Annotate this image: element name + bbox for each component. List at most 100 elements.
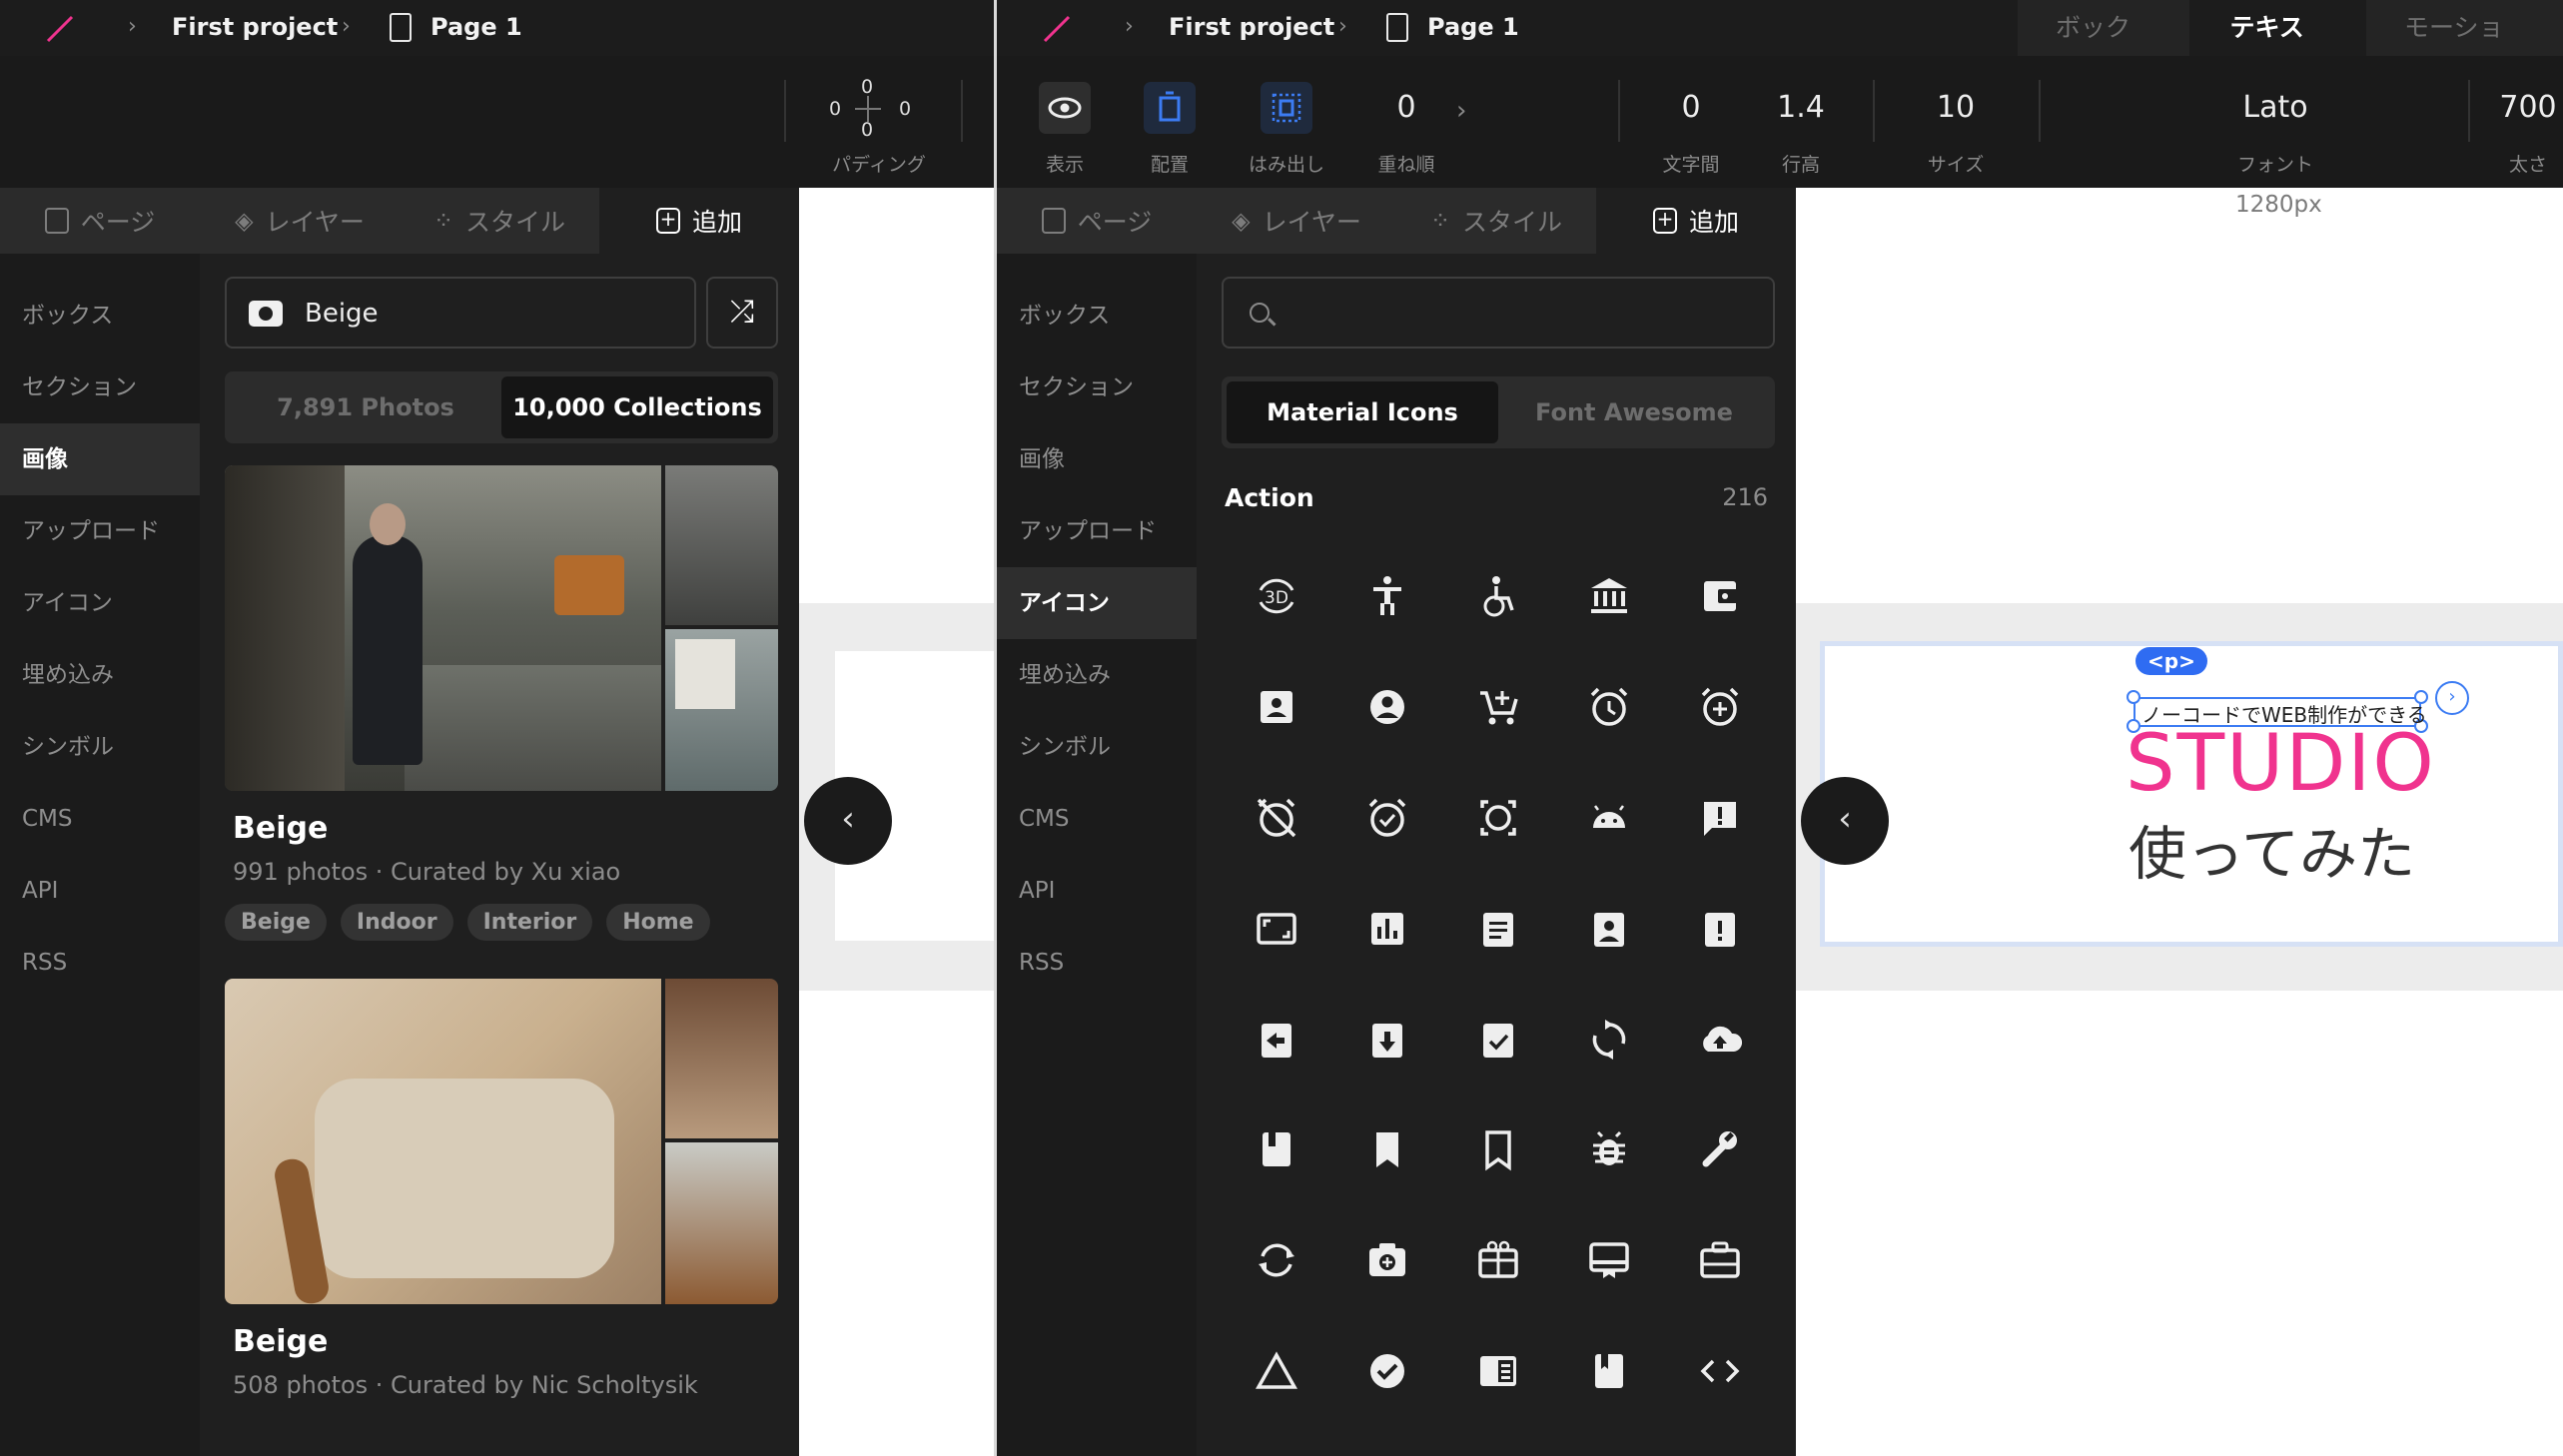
mode-tab-text[interactable]: テキスト (2189, 0, 2364, 98)
tab-add[interactable]: + 追加 (1596, 188, 1796, 254)
tab-layers[interactable]: ◈ レイヤー (200, 188, 400, 254)
letter-spacing-control[interactable]: 0 文字間 (1636, 56, 1746, 188)
photos-toggle[interactable]: 7,891 Photos (230, 376, 501, 438)
bug-report-icon[interactable] (1553, 1094, 1664, 1205)
book-icon[interactable] (1222, 1094, 1332, 1205)
category-section[interactable]: セクション (997, 352, 1197, 423)
category-box[interactable]: ボックス (0, 280, 200, 352)
all-out-icon[interactable] (1443, 763, 1554, 874)
line-height-control[interactable]: 1.4 行高 (1746, 56, 1856, 188)
card-giftcard-icon[interactable] (1443, 1205, 1554, 1316)
account-balance-wallet-icon[interactable] (1664, 541, 1775, 652)
assignment-ind-icon[interactable] (1553, 873, 1664, 984)
backup-icon[interactable] (1664, 984, 1775, 1094)
studio-logo-icon[interactable] (45, 14, 75, 44)
hero-title[interactable]: STUDIO (2126, 719, 2436, 809)
category-box[interactable]: ボックス (997, 280, 1197, 352)
class-icon[interactable] (1553, 1316, 1664, 1427)
account-balance-icon[interactable] (1553, 541, 1664, 652)
assignment-turned-in-icon[interactable] (1443, 984, 1554, 1094)
assignment-late-icon[interactable] (1664, 873, 1775, 984)
category-rss[interactable]: RSS (0, 927, 200, 999)
breadcrumb-project[interactable]: First project (1169, 13, 1334, 41)
font-size-value[interactable]: 10 (1901, 90, 2011, 125)
add-shopping-cart-icon[interactable] (1443, 652, 1554, 763)
category-api[interactable]: API (997, 855, 1197, 927)
alarm-add-icon[interactable] (1664, 652, 1775, 763)
tag[interactable]: Indoor (340, 904, 453, 941)
cached-icon[interactable] (1222, 1205, 1332, 1316)
assignment-returned-icon[interactable] (1332, 984, 1443, 1094)
padding-left-value[interactable]: 0 (829, 98, 841, 120)
alarm-off-icon[interactable] (1222, 763, 1332, 874)
padding-right-value[interactable]: 0 (899, 98, 911, 120)
camera-enhance-icon[interactable] (1332, 1205, 1443, 1316)
collection-card[interactable]: Beige 508 photos · Curated by Nic Scholt… (225, 979, 778, 1399)
breadcrumb-project[interactable]: First project (172, 13, 338, 41)
code-icon[interactable] (1664, 1316, 1775, 1427)
padding-control[interactable]: 0 0 0 0 パディング (809, 56, 929, 188)
tab-pages[interactable]: ページ (0, 188, 200, 254)
font-family-value[interactable]: Lato (2195, 90, 2355, 125)
category-section[interactable]: セクション (0, 352, 200, 423)
z-index-value[interactable]: 0 (1351, 90, 1461, 125)
tag[interactable]: Interior (466, 904, 593, 941)
autorenew-icon[interactable] (1553, 984, 1664, 1094)
icon-search-input[interactable] (1222, 277, 1775, 349)
card-membership-icon[interactable] (1553, 1205, 1664, 1316)
tab-styles[interactable]: ⁘ スタイル (1396, 188, 1596, 254)
android-icon[interactable] (1553, 763, 1664, 874)
padding-bottom-value[interactable]: 0 (861, 119, 873, 141)
resize-handle[interactable] (2127, 690, 2140, 704)
mode-tab-box[interactable]: ボックス (2016, 0, 2190, 98)
category-icon[interactable]: アイコン (0, 567, 200, 639)
collapse-panel-button[interactable]: ‹ (1801, 777, 1889, 865)
category-embed[interactable]: 埋め込み (0, 639, 200, 711)
tab-styles[interactable]: ⁘ スタイル (400, 188, 599, 254)
bookmark-border-icon[interactable] (1443, 1094, 1554, 1205)
collections-toggle[interactable]: 10,000 Collections (501, 376, 773, 438)
studio-logo-icon[interactable] (1042, 14, 1072, 44)
category-symbol[interactable]: シンボル (997, 711, 1197, 783)
alarm-on-icon[interactable] (1332, 763, 1443, 874)
category-embed[interactable]: 埋め込み (997, 639, 1197, 711)
collapse-panel-button[interactable]: ‹ (804, 777, 892, 865)
collection-thumbnail[interactable] (225, 465, 778, 791)
card-travel-icon[interactable] (1664, 1205, 1775, 1316)
collection-thumbnail[interactable] (225, 979, 778, 1304)
assignment-icon[interactable] (1443, 873, 1554, 984)
image-search-input[interactable]: Beige (225, 277, 696, 349)
chevron-right-icon[interactable]: › (1456, 96, 1466, 126)
padding-top-value[interactable]: 0 (861, 76, 873, 98)
view-control[interactable]: 表示 (1017, 56, 1113, 188)
line-height-value[interactable]: 1.4 (1746, 90, 1856, 125)
tab-layers[interactable]: ◈ レイヤー (1197, 188, 1396, 254)
accessible-icon[interactable] (1443, 541, 1554, 652)
aspect-ratio-icon[interactable] (1222, 873, 1332, 984)
build-icon[interactable] (1664, 1094, 1775, 1205)
check-circle-icon[interactable] (1332, 1316, 1443, 1427)
bookmark-icon[interactable] (1332, 1094, 1443, 1205)
mode-tab-motion[interactable]: モーション (2363, 0, 2563, 98)
font-weight-value[interactable]: 700 (2473, 90, 2563, 125)
z-index-control[interactable]: 0 重ね順 (1351, 56, 1461, 188)
breadcrumb-page[interactable]: Page 1 (1427, 13, 1519, 41)
tab-pages[interactable]: ページ (997, 188, 1197, 254)
accessibility-icon[interactable] (1332, 541, 1443, 652)
category-icon[interactable]: アイコン (997, 567, 1197, 639)
material-icons-toggle[interactable]: Material Icons (1227, 381, 1498, 443)
overflow-control[interactable]: はみ出し (1222, 56, 1351, 188)
announcement-icon[interactable] (1664, 763, 1775, 874)
assessment-icon[interactable] (1332, 873, 1443, 984)
tab-add[interactable]: + 追加 (599, 188, 799, 254)
next-element-icon[interactable]: › (2435, 681, 2469, 715)
category-image[interactable]: 画像 (997, 423, 1197, 495)
hero-jp-title[interactable]: 使ってみた (2129, 807, 2415, 891)
category-cms[interactable]: CMS (0, 783, 200, 855)
letter-spacing-value[interactable]: 0 (1636, 90, 1746, 125)
breadcrumb-page[interactable]: Page 1 (430, 13, 522, 41)
category-upload[interactable]: アップロード (0, 495, 200, 567)
3d-rotation-icon[interactable]: 3D (1222, 541, 1332, 652)
category-image[interactable]: 画像 (0, 423, 200, 495)
align-control[interactable]: 配置 (1122, 56, 1218, 188)
